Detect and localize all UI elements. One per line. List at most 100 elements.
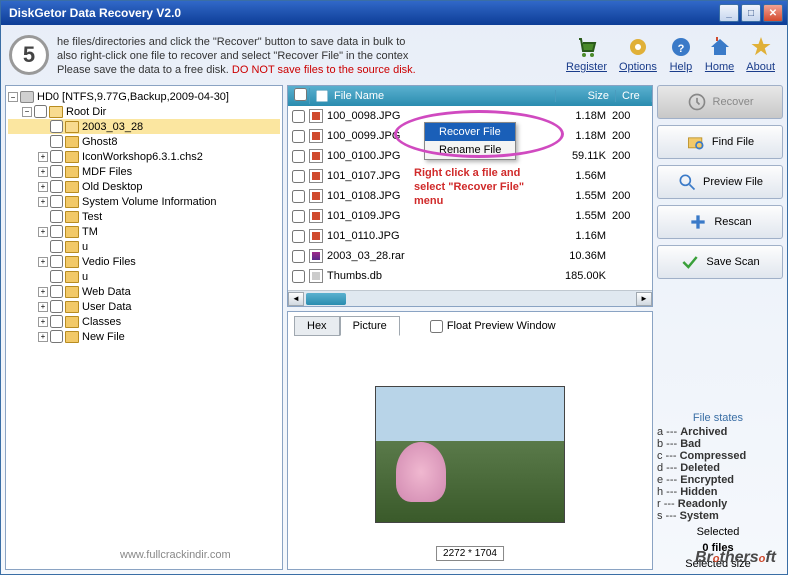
file-checkbox[interactable] xyxy=(292,210,305,223)
file-type-icon xyxy=(309,169,323,183)
file-checkbox[interactable] xyxy=(292,250,305,263)
select-all-checkbox[interactable] xyxy=(294,88,307,101)
tree-checkbox[interactable] xyxy=(50,120,63,133)
preview-file-button[interactable]: Preview File xyxy=(657,165,783,199)
file-list-header[interactable]: File Name Size Cre xyxy=(288,86,652,106)
minimize-button[interactable]: _ xyxy=(719,4,739,22)
col-created[interactable]: Cre xyxy=(616,90,652,102)
tree-item[interactable]: + Old Desktop xyxy=(8,179,280,194)
tree-checkbox[interactable] xyxy=(50,165,63,178)
instructions-text: he files/directories and click the "Reco… xyxy=(57,35,566,77)
tree-checkbox[interactable] xyxy=(50,240,63,253)
file-size: 10.36M xyxy=(542,250,612,262)
ctx-rename-file[interactable]: Rename File xyxy=(425,141,515,159)
scroll-right-icon[interactable]: ► xyxy=(636,292,652,306)
register-button[interactable]: Register xyxy=(566,35,607,73)
file-checkbox[interactable] xyxy=(292,110,305,123)
help-button[interactable]: ? Help xyxy=(669,35,693,73)
tree-checkbox[interactable] xyxy=(50,300,63,313)
tree-checkbox[interactable] xyxy=(50,255,63,268)
expand-icon[interactable]: + xyxy=(38,152,48,162)
tree-item[interactable]: +Classes xyxy=(8,314,280,329)
state-line: e --- Encrypted xyxy=(657,474,779,486)
tree-label: Old Desktop xyxy=(82,181,143,193)
file-list[interactable]: File Name Size Cre 100_0098.JPG1.18M2001… xyxy=(287,85,653,307)
ctx-recover-file[interactable]: Recover File xyxy=(425,123,515,141)
maximize-button[interactable]: □ xyxy=(741,4,761,22)
tab-picture[interactable]: Picture xyxy=(340,316,400,336)
tree-item[interactable]: u xyxy=(8,239,280,254)
tree-checkbox[interactable] xyxy=(50,225,63,238)
file-type-icon xyxy=(309,109,323,123)
folder-tree[interactable]: − HD0 [NTFS,9.77G,Backup,2009-04-30] − R… xyxy=(5,85,283,570)
about-button[interactable]: About xyxy=(746,35,775,73)
recover-button[interactable]: Recover xyxy=(657,85,783,119)
float-preview-option[interactable]: Float Preview Window xyxy=(430,320,556,333)
close-button[interactable]: ✕ xyxy=(763,4,783,22)
scroll-left-icon[interactable]: ◄ xyxy=(288,292,304,306)
tree-checkbox[interactable] xyxy=(50,315,63,328)
tree-checkbox[interactable] xyxy=(34,105,47,118)
tree-item[interactable]: Ghost8 xyxy=(8,134,280,149)
tree-item[interactable]: +Vedio Files xyxy=(8,254,280,269)
options-button[interactable]: Options xyxy=(619,35,657,73)
file-row[interactable]: 2003_03_28.rar10.36M xyxy=(288,246,652,266)
tree-checkbox[interactable] xyxy=(50,330,63,343)
tree-checkbox[interactable] xyxy=(50,285,63,298)
tree-checkbox[interactable] xyxy=(50,270,63,283)
tree-root[interactable]: − HD0 [NTFS,9.77G,Backup,2009-04-30] xyxy=(8,90,280,104)
expand-icon[interactable]: + xyxy=(38,302,48,312)
tab-hex[interactable]: Hex xyxy=(294,316,340,336)
file-checkbox[interactable] xyxy=(292,150,305,163)
expand-icon[interactable]: + xyxy=(38,257,48,267)
find-file-button[interactable]: Find File xyxy=(657,125,783,159)
col-filename[interactable]: File Name xyxy=(328,90,556,102)
file-row[interactable]: 101_0109.JPG1.55M200 xyxy=(288,206,652,226)
expand-icon[interactable]: + xyxy=(38,227,48,237)
tree-item[interactable]: +MDF Files xyxy=(8,164,280,179)
tree-item[interactable]: Test xyxy=(8,209,280,224)
file-checkbox[interactable] xyxy=(292,170,305,183)
expand-icon[interactable]: + xyxy=(38,317,48,327)
expand-icon[interactable]: + xyxy=(38,197,48,207)
collapse-icon[interactable]: − xyxy=(22,107,32,117)
tree-item[interactable]: +IconWorkshop6.3.1.chs2 xyxy=(8,149,280,164)
tree-item[interactable]: +New File xyxy=(8,329,280,344)
tree-label: TM xyxy=(82,226,98,238)
file-row[interactable]: 101_0110.JPG1.16M xyxy=(288,226,652,246)
tree-item[interactable]: u xyxy=(8,269,280,284)
expand-icon[interactable]: + xyxy=(38,287,48,297)
tree-checkbox[interactable] xyxy=(50,150,63,163)
tree-checkbox[interactable] xyxy=(50,210,63,223)
rescan-button[interactable]: Rescan xyxy=(657,205,783,239)
file-checkbox[interactable] xyxy=(292,230,305,243)
tree-item[interactable]: +User Data xyxy=(8,299,280,314)
file-checkbox[interactable] xyxy=(292,270,305,283)
tree-item[interactable]: +Web Data xyxy=(8,284,280,299)
collapse-icon[interactable]: − xyxy=(8,92,18,102)
file-checkbox[interactable] xyxy=(292,130,305,143)
scroll-thumb[interactable] xyxy=(306,293,346,305)
horizontal-scrollbar[interactable]: ◄ ► xyxy=(288,290,652,306)
tree-checkbox[interactable] xyxy=(50,135,63,148)
save-scan-button[interactable]: Save Scan xyxy=(657,245,783,279)
expand-icon[interactable]: + xyxy=(38,182,48,192)
home-button[interactable]: Home xyxy=(705,35,734,73)
state-line: d --- Deleted xyxy=(657,462,779,474)
col-size[interactable]: Size xyxy=(556,90,616,102)
tree-checkbox[interactable] xyxy=(50,195,63,208)
file-checkbox[interactable] xyxy=(292,190,305,203)
disk-icon xyxy=(20,91,34,103)
expand-icon[interactable]: + xyxy=(38,167,48,177)
star-icon xyxy=(749,35,773,59)
tree-item[interactable]: 2003_03_28 xyxy=(8,119,280,134)
file-row[interactable]: Thumbs.db185.00K xyxy=(288,266,652,286)
title-bar[interactable]: DiskGetor Data Recovery V2.0 _ □ ✕ xyxy=(1,1,787,25)
tree-rootdir[interactable]: − Root Dir xyxy=(8,104,280,119)
tree-item[interactable]: +System Volume Information xyxy=(8,194,280,209)
tree-checkbox[interactable] xyxy=(50,180,63,193)
save-arrow-icon xyxy=(680,252,700,272)
expand-icon[interactable]: + xyxy=(38,332,48,342)
float-preview-checkbox[interactable] xyxy=(430,320,443,333)
tree-item[interactable]: + TM xyxy=(8,224,280,239)
